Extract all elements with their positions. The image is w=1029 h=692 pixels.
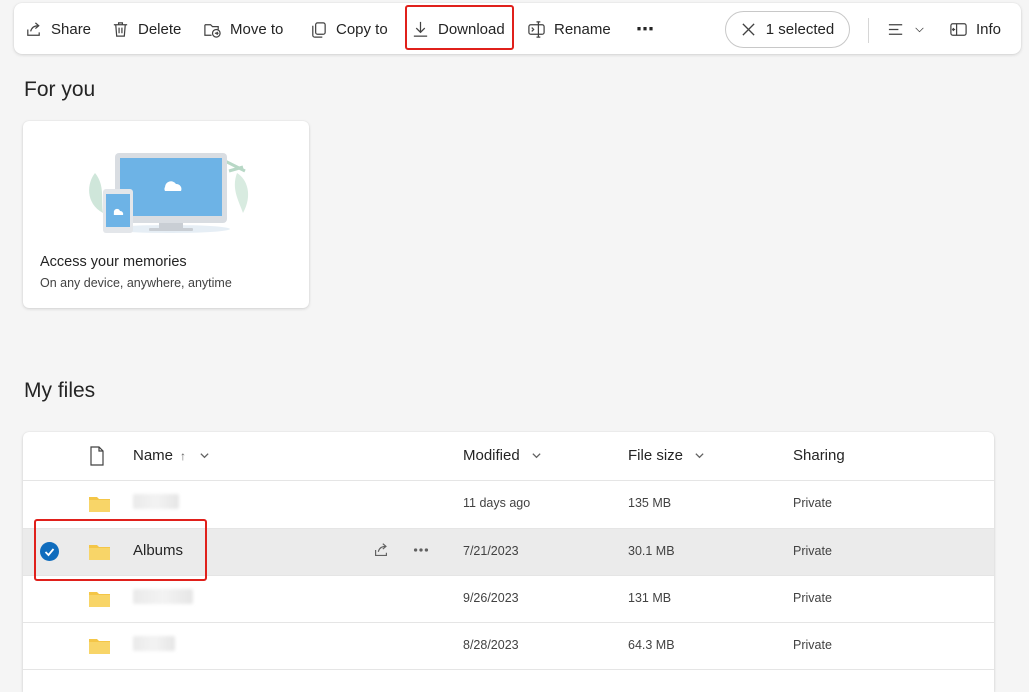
table-header: Name ↑ Modified File size Sharing: [23, 432, 994, 480]
share-icon[interactable]: [372, 541, 390, 559]
copy-to-button[interactable]: Copy to: [309, 11, 388, 47]
view-options-button[interactable]: [887, 11, 925, 47]
file-size-cell: 135 MB: [628, 496, 672, 510]
command-bar: Share Delete Move to Copy to Download Re…: [14, 3, 1021, 54]
toolbar-divider: [868, 18, 869, 43]
sharing-cell: Private: [793, 591, 832, 605]
files-table: Name ↑ Modified File size Sharing 11 day…: [23, 432, 994, 692]
sharing-cell: Private: [793, 638, 832, 652]
download-label: Download: [438, 20, 505, 38]
file-size-header-label: File size: [628, 447, 684, 464]
redacted-name: [133, 494, 179, 509]
file-size-cell: 131 MB: [628, 591, 672, 605]
card-subtitle: On any device, anywhere, anytime: [40, 276, 232, 290]
file-size-cell: 64.3 MB: [628, 638, 675, 652]
move-to-label: Move to: [230, 20, 284, 38]
info-button[interactable]: Info: [949, 11, 1001, 47]
folder-icon: [89, 545, 110, 560]
more-icon[interactable]: [412, 541, 430, 559]
chevron-down-icon: [532, 453, 541, 459]
chevron-down-icon: [695, 453, 704, 459]
file-name[interactable]: Albums: [133, 542, 183, 559]
rename-button[interactable]: Rename: [527, 11, 611, 47]
sharing-header-label: Sharing: [793, 447, 845, 464]
redacted-name: [133, 636, 175, 651]
for-you-heading: For you: [24, 78, 96, 101]
table-row-selected[interactable]: Albums 7/21/2023 30.1 MB Private: [23, 528, 994, 575]
close-icon: [742, 23, 755, 36]
devices-illustration: [89, 153, 249, 233]
column-header-file-size[interactable]: File size: [628, 447, 705, 464]
folder-icon: [89, 639, 110, 654]
row-actions: [372, 541, 430, 559]
sharing-cell: Private: [793, 544, 832, 558]
trash-icon: [113, 21, 128, 37]
sharing-cell: Private: [793, 496, 832, 510]
share-label: Share: [51, 20, 92, 38]
chevron-down-icon: [915, 27, 924, 32]
modified-cell: 11 days ago: [463, 496, 531, 510]
delete-label: Delete: [138, 20, 182, 38]
modified-cell: 9/26/2023: [463, 591, 519, 605]
table-row[interactable]: 9/26/2023 131 MB Private: [23, 575, 994, 622]
copy-to-label: Copy to: [336, 20, 388, 38]
share-icon: [27, 21, 40, 36]
more-icon: ⋯: [636, 18, 654, 39]
name-header-label: Name: [133, 447, 174, 464]
folder-icon: [89, 497, 110, 512]
info-label: Info: [976, 20, 1002, 38]
table-row[interactable]: 8/28/2023 64.3 MB Private: [23, 622, 994, 669]
copy-icon: [312, 21, 326, 38]
file-size-cell: 30.1 MB: [628, 544, 675, 558]
redacted-name: [133, 589, 193, 604]
card-title: Access your memories: [40, 254, 187, 270]
delete-button[interactable]: Delete: [111, 11, 181, 47]
move-to-button[interactable]: Move to: [203, 11, 283, 47]
file-type-icon: [90, 446, 104, 466]
rename-icon: [528, 20, 545, 38]
memories-card[interactable]: Access your memories On any device, anyw…: [23, 121, 309, 308]
folder-move-icon: [204, 23, 221, 38]
lines-icon: [888, 23, 903, 35]
modified-cell: 8/28/2023: [463, 638, 519, 652]
table-row[interactable]: 11 days ago 135 MB Private: [23, 480, 994, 527]
selected-count: 1 selected: [765, 21, 835, 38]
chevron-down-icon: [200, 453, 209, 459]
file-name[interactable]: [133, 494, 179, 513]
selection-pill[interactable]: 1 selected: [725, 11, 850, 48]
row-checkbox-checked[interactable]: [40, 542, 59, 561]
share-button[interactable]: Share: [24, 11, 91, 47]
column-header-name[interactable]: Name ↑: [133, 447, 210, 464]
modified-cell: 7/21/2023: [463, 544, 519, 558]
download-icon: [413, 21, 428, 37]
column-header-sharing[interactable]: Sharing: [793, 447, 845, 464]
more-actions-button[interactable]: ⋯: [636, 11, 654, 47]
file-name[interactable]: [133, 636, 175, 655]
download-button[interactable]: Download: [411, 11, 505, 47]
info-panel-icon: [950, 22, 967, 36]
column-header-modified[interactable]: Modified: [463, 447, 542, 464]
sort-ascending-icon: ↑: [180, 448, 187, 463]
file-name[interactable]: [133, 589, 193, 608]
my-files-heading: My files: [24, 379, 96, 402]
checkmark-icon: [44, 548, 55, 557]
folder-icon: [89, 592, 110, 607]
rename-label: Rename: [554, 20, 611, 38]
modified-header-label: Modified: [463, 447, 520, 464]
table-row: [23, 669, 994, 692]
